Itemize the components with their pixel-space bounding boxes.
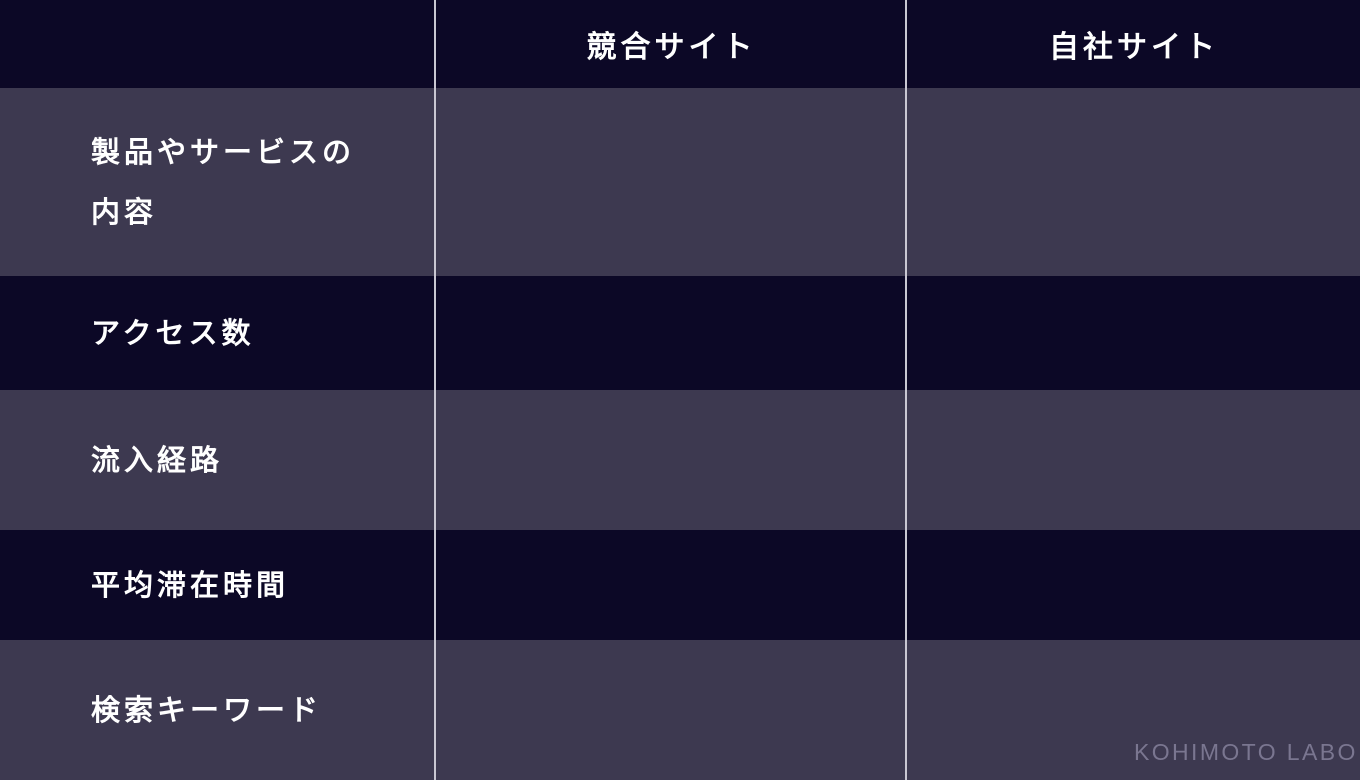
header-row: 競合サイト 自社サイト bbox=[0, 0, 1360, 88]
row-label: 平均滞在時間 bbox=[91, 568, 290, 602]
column-divider bbox=[905, 0, 907, 780]
header-cell-empty bbox=[0, 0, 435, 88]
row-label: アクセス数 bbox=[91, 316, 255, 350]
row-label: 流入経路 bbox=[91, 443, 224, 477]
table-row: 平均滞在時間 bbox=[0, 530, 1360, 640]
row-label: 検索キーワード bbox=[91, 693, 323, 727]
table-row: アクセス数 bbox=[0, 276, 1360, 390]
table-row: 流入経路 bbox=[0, 390, 1360, 530]
watermark-logo: KOHIMOTO LABO bbox=[1134, 739, 1358, 765]
header-cell-own-site: 自社サイト bbox=[1049, 30, 1219, 65]
column-divider bbox=[434, 0, 436, 780]
header-cell-competitor-site: 競合サイト bbox=[586, 30, 757, 65]
table-row: 製品やサービスの内容 bbox=[0, 88, 1360, 276]
row-label: 製品やサービスの内容 bbox=[91, 135, 356, 229]
